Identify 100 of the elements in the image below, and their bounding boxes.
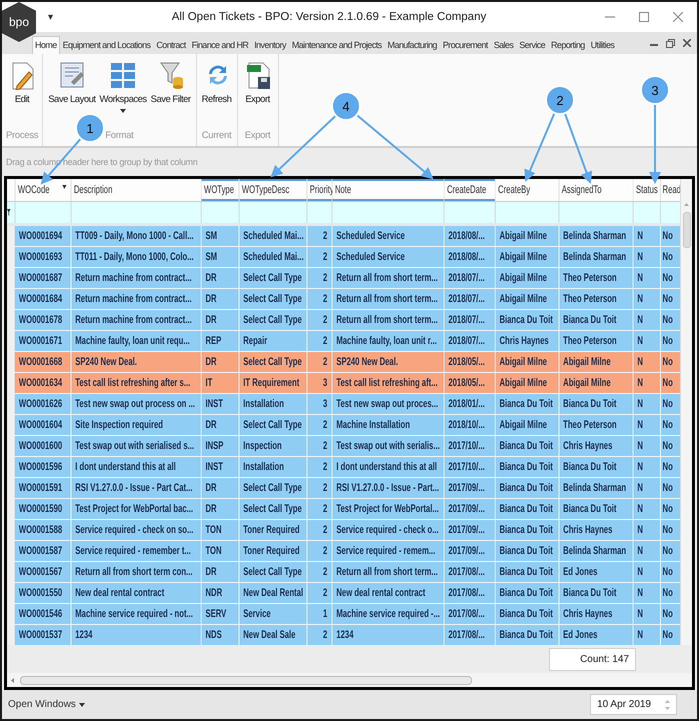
- table-cell: Return all from short term...: [332, 288, 444, 310]
- filter-cell[interactable]: [444, 202, 495, 224]
- scroll-left-icon[interactable]: [11, 678, 14, 682]
- filter-cell[interactable]: [558, 202, 633, 224]
- table-cell: Repair: [238, 330, 307, 352]
- table-cell: Theo Peterson: [558, 288, 633, 310]
- table-cell: 3: [306, 394, 332, 414]
- table-cell: 1234: [70, 624, 201, 645]
- ribbon-tab[interactable]: Inventory: [251, 36, 289, 54]
- ribbon-button[interactable]: Workspaces: [98, 58, 148, 115]
- table-cell: 2: [306, 330, 332, 352]
- column-header[interactable]: Priority: [306, 179, 332, 202]
- ribbon-button[interactable]: Export: [242, 58, 274, 107]
- table-cell: SP240 New Deal.: [332, 352, 444, 372]
- column-header[interactable]: Note: [332, 179, 444, 202]
- table-cell: Bianca Du Toit: [494, 582, 559, 604]
- table-cell: N: [632, 414, 660, 436]
- open-windows-menu[interactable]: Open Windows: [8, 699, 85, 710]
- table-cell: No: [660, 352, 680, 372]
- table-cell: Chris Haynes: [494, 330, 559, 352]
- ribbon-tab[interactable]: Finance and HR: [188, 36, 252, 54]
- table-cell: Belinda Sharman: [558, 246, 633, 268]
- ribbon-tab[interactable]: Reporting: [548, 36, 588, 54]
- table-cell: Select Call Type: [238, 268, 307, 288]
- table-cell: N: [632, 604, 660, 624]
- ribbon-button[interactable]: Save Layout: [47, 58, 97, 107]
- table-cell: New Deal Sale: [238, 624, 307, 645]
- date-field[interactable]: 10 Apr 2019: [590, 694, 677, 715]
- table-cell: INST: [200, 394, 239, 414]
- column-header[interactable]: AssignedTo: [558, 179, 633, 202]
- filter-cell[interactable]: [494, 202, 559, 224]
- filter-cell[interactable]: [632, 202, 660, 224]
- ribbon-button[interactable]: Save Filter: [150, 58, 192, 107]
- ribbon-button[interactable]: Refresh: [200, 58, 233, 107]
- table-cell: INSP: [200, 436, 239, 456]
- column-header[interactable]: Status: [632, 179, 660, 202]
- table-cell: 2: [306, 624, 332, 645]
- restore-icon[interactable]: [666, 39, 675, 48]
- ribbon-tab[interactable]: Manufacturing: [384, 36, 440, 54]
- vertical-scrollbar[interactable]: [680, 179, 692, 645]
- table-cell: Bianca Du Toit: [494, 310, 559, 330]
- close-icon[interactable]: [673, 12, 683, 22]
- table-cell: Machine service required - not...: [70, 604, 201, 624]
- table-cell: 2018/08/...: [444, 246, 495, 268]
- filter-icon[interactable]: [7, 208, 10, 216]
- table-cell: No: [660, 310, 680, 330]
- table-cell: WO0001590: [14, 498, 71, 520]
- table-cell: N: [632, 436, 660, 456]
- table-cell: 1234: [332, 624, 444, 645]
- scroll-thumb[interactable]: [20, 676, 472, 684]
- quick-access-menu[interactable]: ▾: [48, 11, 53, 23]
- ribbon-button[interactable]: Edit: [6, 58, 38, 107]
- scroll-thumb[interactable]: [682, 212, 690, 248]
- table-cell: Installation: [238, 456, 307, 478]
- table-cell: No: [660, 456, 680, 478]
- ribbon-tab[interactable]: Home: [32, 36, 60, 54]
- table-cell: WO0001634: [14, 372, 71, 394]
- ribbon-tab[interactable]: Sales: [490, 36, 516, 54]
- table-cell: Toner Required: [238, 540, 307, 562]
- table-cell: Toner Required: [238, 520, 307, 540]
- table-cell: Test swap out with serialised s...: [70, 436, 201, 456]
- table-cell: DR: [200, 268, 239, 288]
- scroll-up-icon[interactable]: [684, 203, 689, 206]
- table-cell: Abigail Milne: [494, 246, 559, 268]
- table-cell: 2017/08/...: [444, 624, 495, 645]
- ribbon-tab[interactable]: Contract: [153, 36, 189, 54]
- column-header[interactable]: Read: [660, 179, 680, 202]
- table-cell: N: [632, 540, 660, 562]
- horizontal-scrollbar[interactable]: [7, 673, 692, 687]
- column-header[interactable]: WOTypeDesc: [238, 179, 307, 202]
- filter-cell[interactable]: [238, 202, 307, 224]
- filter-cell[interactable]: [306, 202, 332, 224]
- table-cell: N: [632, 624, 660, 645]
- filter-cell[interactable]: [660, 202, 680, 224]
- ribbon-tab[interactable]: Procurement: [440, 36, 491, 54]
- record-count: Count: 147: [549, 648, 636, 670]
- table-cell: Test new swap out process on ...: [70, 394, 201, 414]
- filter-cell[interactable]: [14, 202, 71, 224]
- maximize-icon[interactable]: [639, 12, 649, 22]
- table-cell: 2017/08/...: [444, 562, 495, 582]
- ribbon-tab[interactable]: Utilities: [588, 36, 618, 54]
- column-header[interactable]: CreateBy: [494, 179, 559, 202]
- spin-icon[interactable]: [665, 700, 670, 710]
- column-header[interactable]: Description: [70, 179, 201, 202]
- column-header[interactable]: WOType: [200, 179, 239, 202]
- filter-cell[interactable]: [200, 202, 239, 224]
- column-header[interactable]: WOCode: [14, 179, 71, 202]
- group-label: Process: [6, 129, 38, 143]
- column-header[interactable]: CreateDate: [444, 179, 495, 202]
- close-icon[interactable]: [683, 39, 691, 47]
- table-cell: 2018/07/...: [444, 310, 495, 330]
- table-cell: Abigail Milne: [494, 268, 559, 288]
- table-cell: WO0001693: [14, 246, 71, 268]
- filter-cell[interactable]: [332, 202, 444, 224]
- table-cell: Return machine from contract...: [70, 310, 201, 330]
- ribbon-tab[interactable]: Service: [516, 36, 548, 54]
- ribbon-tab[interactable]: Equipment and Locations: [60, 36, 154, 54]
- filter-cell[interactable]: [70, 202, 201, 224]
- table-cell: DR: [200, 562, 239, 582]
- ribbon-tab[interactable]: Maintenance and Projects: [288, 36, 385, 54]
